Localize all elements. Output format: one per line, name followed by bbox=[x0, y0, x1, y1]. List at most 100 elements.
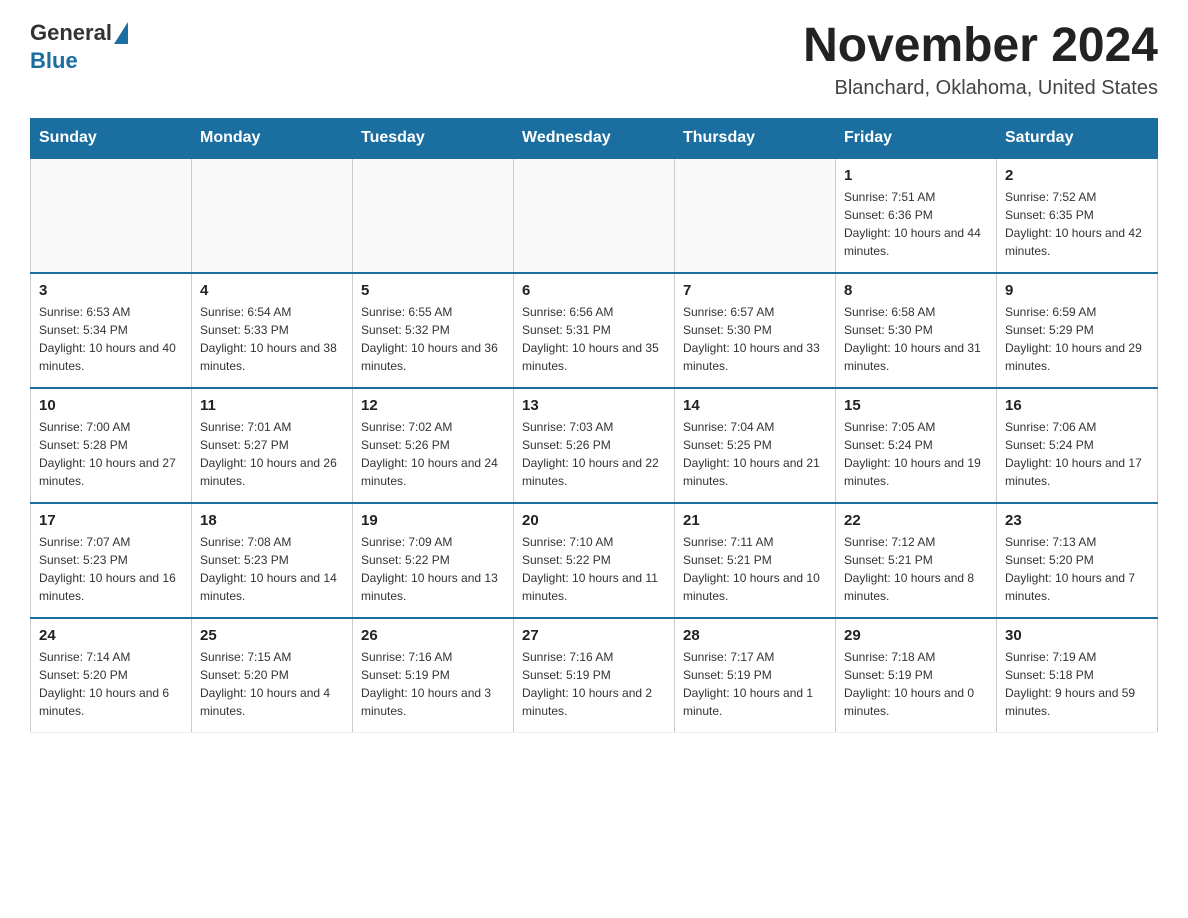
day-number: 1 bbox=[844, 167, 988, 184]
calendar-cell: 4 Sunrise: 6:54 AM Sunset: 5:33 PM Daylig… bbox=[192, 273, 353, 388]
day-info: Sunrise: 7:06 AM Sunset: 5:24 PM Dayligh… bbox=[1005, 418, 1149, 490]
calendar-cell: 22 Sunrise: 7:12 AM Sunset: 5:21 PM Dayli… bbox=[836, 503, 997, 618]
day-info: Sunrise: 7:04 AM Sunset: 5:25 PM Dayligh… bbox=[683, 418, 827, 490]
page-header: General Blue November 2024 Blanchard, Ok… bbox=[30, 20, 1158, 100]
calendar-cell bbox=[514, 158, 675, 273]
day-info: Sunrise: 7:15 AM Sunset: 5:20 PM Dayligh… bbox=[200, 648, 344, 720]
day-info: Sunrise: 7:19 AM Sunset: 5:18 PM Dayligh… bbox=[1005, 648, 1149, 720]
calendar-cell: 27 Sunrise: 7:16 AM Sunset: 5:19 PM Dayli… bbox=[514, 618, 675, 733]
calendar-cell: 20 Sunrise: 7:10 AM Sunset: 5:22 PM Dayli… bbox=[514, 503, 675, 618]
day-number: 21 bbox=[683, 512, 827, 529]
day-info: Sunrise: 6:54 AM Sunset: 5:33 PM Dayligh… bbox=[200, 303, 344, 375]
day-number: 4 bbox=[200, 282, 344, 299]
day-number: 16 bbox=[1005, 397, 1149, 414]
day-info: Sunrise: 6:55 AM Sunset: 5:32 PM Dayligh… bbox=[361, 303, 505, 375]
day-info: Sunrise: 7:10 AM Sunset: 5:22 PM Dayligh… bbox=[522, 533, 666, 605]
day-info: Sunrise: 7:14 AM Sunset: 5:20 PM Dayligh… bbox=[39, 648, 183, 720]
day-info: Sunrise: 7:12 AM Sunset: 5:21 PM Dayligh… bbox=[844, 533, 988, 605]
calendar-cell bbox=[353, 158, 514, 273]
calendar-cell: 24 Sunrise: 7:14 AM Sunset: 5:20 PM Dayli… bbox=[31, 618, 192, 733]
calendar-cell: 6 Sunrise: 6:56 AM Sunset: 5:31 PM Daylig… bbox=[514, 273, 675, 388]
day-number: 29 bbox=[844, 627, 988, 644]
day-info: Sunrise: 7:05 AM Sunset: 5:24 PM Dayligh… bbox=[844, 418, 988, 490]
day-number: 28 bbox=[683, 627, 827, 644]
day-info: Sunrise: 7:51 AM Sunset: 6:36 PM Dayligh… bbox=[844, 188, 988, 260]
day-info: Sunrise: 7:07 AM Sunset: 5:23 PM Dayligh… bbox=[39, 533, 183, 605]
day-number: 24 bbox=[39, 627, 183, 644]
day-number: 22 bbox=[844, 512, 988, 529]
day-info: Sunrise: 6:59 AM Sunset: 5:29 PM Dayligh… bbox=[1005, 303, 1149, 375]
day-number: 10 bbox=[39, 397, 183, 414]
day-number: 15 bbox=[844, 397, 988, 414]
day-info: Sunrise: 7:13 AM Sunset: 5:20 PM Dayligh… bbox=[1005, 533, 1149, 605]
calendar-cell: 10Sunrise: 7:00 AM Sunset: 5:28 PM Dayli… bbox=[31, 388, 192, 503]
day-number: 25 bbox=[200, 627, 344, 644]
calendar-cell: 5 Sunrise: 6:55 AM Sunset: 5:32 PM Daylig… bbox=[353, 273, 514, 388]
calendar-title: November 2024 bbox=[803, 20, 1158, 73]
day-number: 20 bbox=[522, 512, 666, 529]
weekday-header-sunday: Sunday bbox=[31, 118, 192, 158]
day-number: 6 bbox=[522, 282, 666, 299]
day-info: Sunrise: 7:09 AM Sunset: 5:22 PM Dayligh… bbox=[361, 533, 505, 605]
day-info: Sunrise: 7:16 AM Sunset: 5:19 PM Dayligh… bbox=[361, 648, 505, 720]
day-number: 12 bbox=[361, 397, 505, 414]
day-number: 3 bbox=[39, 282, 183, 299]
day-number: 13 bbox=[522, 397, 666, 414]
calendar-week-row: 17 Sunrise: 7:07 AM Sunset: 5:23 PM Dayli… bbox=[31, 503, 1158, 618]
calendar-table: SundayMondayTuesdayWednesdayThursdayFrid… bbox=[30, 118, 1158, 733]
day-info: Sunrise: 6:56 AM Sunset: 5:31 PM Dayligh… bbox=[522, 303, 666, 375]
logo-general-text: General bbox=[30, 20, 130, 46]
day-info: Sunrise: 7:01 AM Sunset: 5:27 PM Dayligh… bbox=[200, 418, 344, 490]
weekday-header-thursday: Thursday bbox=[675, 118, 836, 158]
day-info: Sunrise: 6:53 AM Sunset: 5:34 PM Dayligh… bbox=[39, 303, 183, 375]
calendar-week-row: 3 Sunrise: 6:53 AM Sunset: 5:34 PM Daylig… bbox=[31, 273, 1158, 388]
calendar-cell: 8Sunrise: 6:58 AM Sunset: 5:30 PM Daylig… bbox=[836, 273, 997, 388]
calendar-cell: 12 Sunrise: 7:02 AM Sunset: 5:26 PM Dayli… bbox=[353, 388, 514, 503]
day-number: 2 bbox=[1005, 167, 1149, 184]
calendar-week-row: 1 Sunrise: 7:51 AM Sunset: 6:36 PM Daylig… bbox=[31, 158, 1158, 273]
day-number: 19 bbox=[361, 512, 505, 529]
day-info: Sunrise: 7:52 AM Sunset: 6:35 PM Dayligh… bbox=[1005, 188, 1149, 260]
day-number: 5 bbox=[361, 282, 505, 299]
calendar-cell bbox=[31, 158, 192, 273]
calendar-cell: 13 Sunrise: 7:03 AM Sunset: 5:26 PM Dayli… bbox=[514, 388, 675, 503]
weekday-header-friday: Friday bbox=[836, 118, 997, 158]
calendar-title-area: November 2024 Blanchard, Oklahoma, Unite… bbox=[803, 20, 1158, 100]
day-info: Sunrise: 7:11 AM Sunset: 5:21 PM Dayligh… bbox=[683, 533, 827, 605]
calendar-cell: 17 Sunrise: 7:07 AM Sunset: 5:23 PM Dayli… bbox=[31, 503, 192, 618]
day-number: 17 bbox=[39, 512, 183, 529]
day-number: 9 bbox=[1005, 282, 1149, 299]
day-number: 18 bbox=[200, 512, 344, 529]
day-number: 14 bbox=[683, 397, 827, 414]
day-info: Sunrise: 7:03 AM Sunset: 5:26 PM Dayligh… bbox=[522, 418, 666, 490]
weekday-header-wednesday: Wednesday bbox=[514, 118, 675, 158]
calendar-cell: 29Sunrise: 7:18 AM Sunset: 5:19 PM Dayli… bbox=[836, 618, 997, 733]
calendar-cell: 7Sunrise: 6:57 AM Sunset: 5:30 PM Daylig… bbox=[675, 273, 836, 388]
calendar-week-row: 24 Sunrise: 7:14 AM Sunset: 5:20 PM Dayli… bbox=[31, 618, 1158, 733]
day-number: 27 bbox=[522, 627, 666, 644]
day-number: 11 bbox=[200, 397, 344, 414]
logo-blue-label: Blue bbox=[30, 48, 78, 74]
day-number: 23 bbox=[1005, 512, 1149, 529]
logo-triangle-icon bbox=[114, 22, 128, 44]
day-number: 7 bbox=[683, 282, 827, 299]
calendar-cell: 16 Sunrise: 7:06 AM Sunset: 5:24 PM Dayli… bbox=[997, 388, 1158, 503]
calendar-cell: 25 Sunrise: 7:15 AM Sunset: 5:20 PM Dayli… bbox=[192, 618, 353, 733]
day-info: Sunrise: 7:02 AM Sunset: 5:26 PM Dayligh… bbox=[361, 418, 505, 490]
logo-general-label: General bbox=[30, 20, 112, 46]
calendar-cell: 26Sunrise: 7:16 AM Sunset: 5:19 PM Dayli… bbox=[353, 618, 514, 733]
logo: General Blue bbox=[30, 20, 130, 74]
day-info: Sunrise: 6:58 AM Sunset: 5:30 PM Dayligh… bbox=[844, 303, 988, 375]
calendar-cell: 15 Sunrise: 7:05 AM Sunset: 5:24 PM Dayli… bbox=[836, 388, 997, 503]
calendar-cell: 9 Sunrise: 6:59 AM Sunset: 5:29 PM Daylig… bbox=[997, 273, 1158, 388]
calendar-subtitle: Blanchard, Oklahoma, United States bbox=[803, 77, 1158, 100]
calendar-cell: 3 Sunrise: 6:53 AM Sunset: 5:34 PM Daylig… bbox=[31, 273, 192, 388]
weekday-header-row: SundayMondayTuesdayWednesdayThursdayFrid… bbox=[31, 118, 1158, 158]
calendar-cell: 11 Sunrise: 7:01 AM Sunset: 5:27 PM Dayli… bbox=[192, 388, 353, 503]
calendar-cell bbox=[192, 158, 353, 273]
day-info: Sunrise: 7:17 AM Sunset: 5:19 PM Dayligh… bbox=[683, 648, 827, 720]
calendar-cell: 1 Sunrise: 7:51 AM Sunset: 6:36 PM Daylig… bbox=[836, 158, 997, 273]
day-info: Sunrise: 7:08 AM Sunset: 5:23 PM Dayligh… bbox=[200, 533, 344, 605]
day-info: Sunrise: 7:16 AM Sunset: 5:19 PM Dayligh… bbox=[522, 648, 666, 720]
weekday-header-monday: Monday bbox=[192, 118, 353, 158]
